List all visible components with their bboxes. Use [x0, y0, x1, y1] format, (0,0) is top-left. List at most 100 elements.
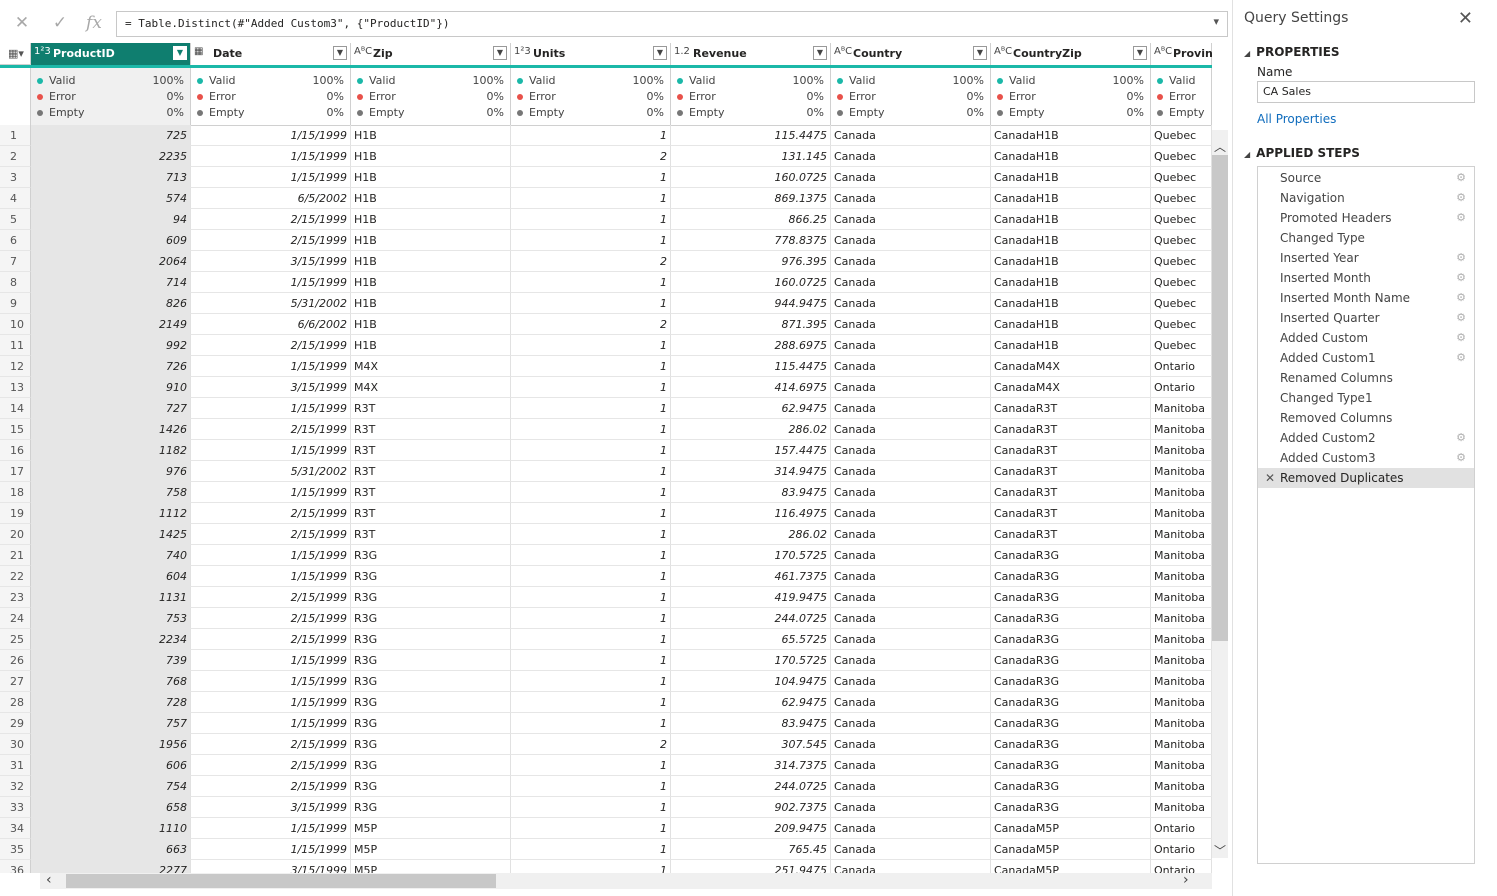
table-cell-date[interactable]: 6/6/2002	[191, 314, 351, 335]
table-cell-date[interactable]: 1/15/1999	[191, 398, 351, 419]
table-cell-productid[interactable]: 826	[31, 293, 191, 314]
table-cell-zip[interactable]: H1B	[351, 146, 511, 167]
table-cell-zip[interactable]: R3G	[351, 776, 511, 797]
table-cell-countryzip[interactable]: CanadaM4X	[991, 377, 1151, 398]
table-cell-country[interactable]: Canada	[831, 188, 991, 209]
delete-step-icon[interactable]: ✕	[1265, 468, 1275, 488]
column-header-province[interactable]: AᴮCProvince	[1151, 43, 1212, 65]
table-cell-date[interactable]: 1/15/1999	[191, 566, 351, 587]
table-cell-revenue[interactable]: 869.1375	[671, 188, 831, 209]
table-cell-revenue[interactable]: 62.9475	[671, 692, 831, 713]
applied-step[interactable]: Promoted Headers ⚙	[1258, 208, 1474, 228]
table-cell-countryzip[interactable]: CanadaH1B	[991, 335, 1151, 356]
table-cell-revenue[interactable]: 116.4975	[671, 503, 831, 524]
table-cell-country[interactable]: Canada	[831, 566, 991, 587]
table-cell-zip[interactable]: R3G	[351, 608, 511, 629]
table-cell-countryzip[interactable]: CanadaH1B	[991, 188, 1151, 209]
table-cell-revenue[interactable]: 314.7375	[671, 755, 831, 776]
table-cell-country[interactable]: Canada	[831, 167, 991, 188]
table-cell-productid[interactable]: 714	[31, 272, 191, 293]
table-cell-countryzip[interactable]: CanadaR3G	[991, 671, 1151, 692]
table-cell-country[interactable]: Canada	[831, 545, 991, 566]
table-cell-units[interactable]: 1	[511, 692, 671, 713]
table-cell-productid[interactable]: 609	[31, 230, 191, 251]
table-cell-country[interactable]: Canada	[831, 209, 991, 230]
table-cell-date[interactable]: 3/15/1999	[191, 797, 351, 818]
table-cell-zip[interactable]: H1B	[351, 209, 511, 230]
table-cell-country[interactable]: Canada	[831, 335, 991, 356]
row-number[interactable]: 17	[0, 461, 31, 482]
table-cell-country[interactable]: Canada	[831, 356, 991, 377]
table-cell-revenue[interactable]: 419.9475	[671, 587, 831, 608]
formula-input[interactable]: = Table.Distinct(#"Added Custom3", {"Pro…	[116, 11, 1228, 37]
row-number[interactable]: 34	[0, 818, 31, 839]
table-cell-country[interactable]: Canada	[831, 461, 991, 482]
table-cell-revenue[interactable]: 115.4475	[671, 356, 831, 377]
table-cell-countryzip[interactable]: CanadaM4X	[991, 356, 1151, 377]
table-cell-productid[interactable]: 2149	[31, 314, 191, 335]
table-cell-countryzip[interactable]: CanadaR3T	[991, 419, 1151, 440]
table-cell-units[interactable]: 1	[511, 671, 671, 692]
column-header-date[interactable]: ▦ Date ▼	[191, 43, 351, 65]
table-cell-country[interactable]: Canada	[831, 713, 991, 734]
table-cell-units[interactable]: 1	[511, 713, 671, 734]
row-number[interactable]: 35	[0, 839, 31, 860]
table-cell-country[interactable]: Canada	[831, 146, 991, 167]
filter-dropdown-icon[interactable]: ▼	[653, 46, 667, 60]
table-cell-revenue[interactable]: 131.145	[671, 146, 831, 167]
table-cell-revenue[interactable]: 62.9475	[671, 398, 831, 419]
table-cell-country[interactable]: Canada	[831, 440, 991, 461]
table-cell-units[interactable]: 1	[511, 587, 671, 608]
applied-step[interactable]: Inserted Quarter ⚙	[1258, 308, 1474, 328]
table-cell-revenue[interactable]: 944.9475	[671, 293, 831, 314]
table-cell-province[interactable]: Manitoba	[1151, 524, 1212, 545]
row-number[interactable]: 4	[0, 188, 31, 209]
scroll-left-icon[interactable]: ‹	[46, 872, 52, 888]
applied-step[interactable]: Added Custom1 ⚙	[1258, 348, 1474, 368]
table-cell-province[interactable]: Manitoba	[1151, 755, 1212, 776]
table-cell-province[interactable]: Ontario	[1151, 839, 1212, 860]
row-number[interactable]: 24	[0, 608, 31, 629]
column-header-countryzip[interactable]: AᴮC CountryZip ▼	[991, 43, 1151, 65]
table-cell-revenue[interactable]: 244.0725	[671, 776, 831, 797]
table-cell-country[interactable]: Canada	[831, 797, 991, 818]
table-cell-province[interactable]: Ontario	[1151, 860, 1212, 873]
table-cell-country[interactable]: Canada	[831, 125, 991, 146]
table-cell-date[interactable]: 1/15/1999	[191, 692, 351, 713]
table-cell-productid[interactable]: 768	[31, 671, 191, 692]
filter-dropdown-icon[interactable]: ▼	[813, 46, 827, 60]
row-number[interactable]: 18	[0, 482, 31, 503]
gear-icon[interactable]: ⚙	[1456, 308, 1466, 328]
table-cell-revenue[interactable]: 288.6975	[671, 335, 831, 356]
table-cell-units[interactable]: 2	[511, 734, 671, 755]
table-cell-date[interactable]: 1/15/1999	[191, 146, 351, 167]
table-cell-revenue[interactable]: 286.02	[671, 419, 831, 440]
table-cell-countryzip[interactable]: CanadaR3T	[991, 461, 1151, 482]
table-cell-date[interactable]: 1/15/1999	[191, 440, 351, 461]
table-cell-productid[interactable]: 754	[31, 776, 191, 797]
table-cell-revenue[interactable]: 83.9475	[671, 713, 831, 734]
table-cell-province[interactable]: Quebec	[1151, 167, 1212, 188]
applied-steps-heading[interactable]: ◢ APPLIED STEPS	[1244, 146, 1360, 160]
table-cell-productid[interactable]: 740	[31, 545, 191, 566]
table-cell-units[interactable]: 1	[511, 461, 671, 482]
table-cell-date[interactable]: 6/5/2002	[191, 188, 351, 209]
table-cell-countryzip[interactable]: CanadaM5P	[991, 860, 1151, 873]
gear-icon[interactable]: ⚙	[1456, 208, 1466, 228]
table-cell-country[interactable]: Canada	[831, 860, 991, 873]
filter-dropdown-icon[interactable]: ▼	[493, 46, 507, 60]
table-cell-country[interactable]: Canada	[831, 629, 991, 650]
table-cell-units[interactable]: 1	[511, 335, 671, 356]
table-cell-country[interactable]: Canada	[831, 377, 991, 398]
table-cell-countryzip[interactable]: CanadaR3G	[991, 692, 1151, 713]
table-cell-units[interactable]: 1	[511, 860, 671, 873]
table-cell-date[interactable]: 1/15/1999	[191, 818, 351, 839]
table-cell-revenue[interactable]: 871.395	[671, 314, 831, 335]
table-cell-revenue[interactable]: 902.7375	[671, 797, 831, 818]
applied-step[interactable]: Changed Type	[1258, 228, 1474, 248]
row-number[interactable]: 3	[0, 167, 31, 188]
table-cell-units[interactable]: 1	[511, 545, 671, 566]
vertical-scroll-thumb[interactable]	[1212, 155, 1228, 641]
table-cell-province[interactable]: Manitoba	[1151, 440, 1212, 461]
table-cell-countryzip[interactable]: CanadaH1B	[991, 209, 1151, 230]
